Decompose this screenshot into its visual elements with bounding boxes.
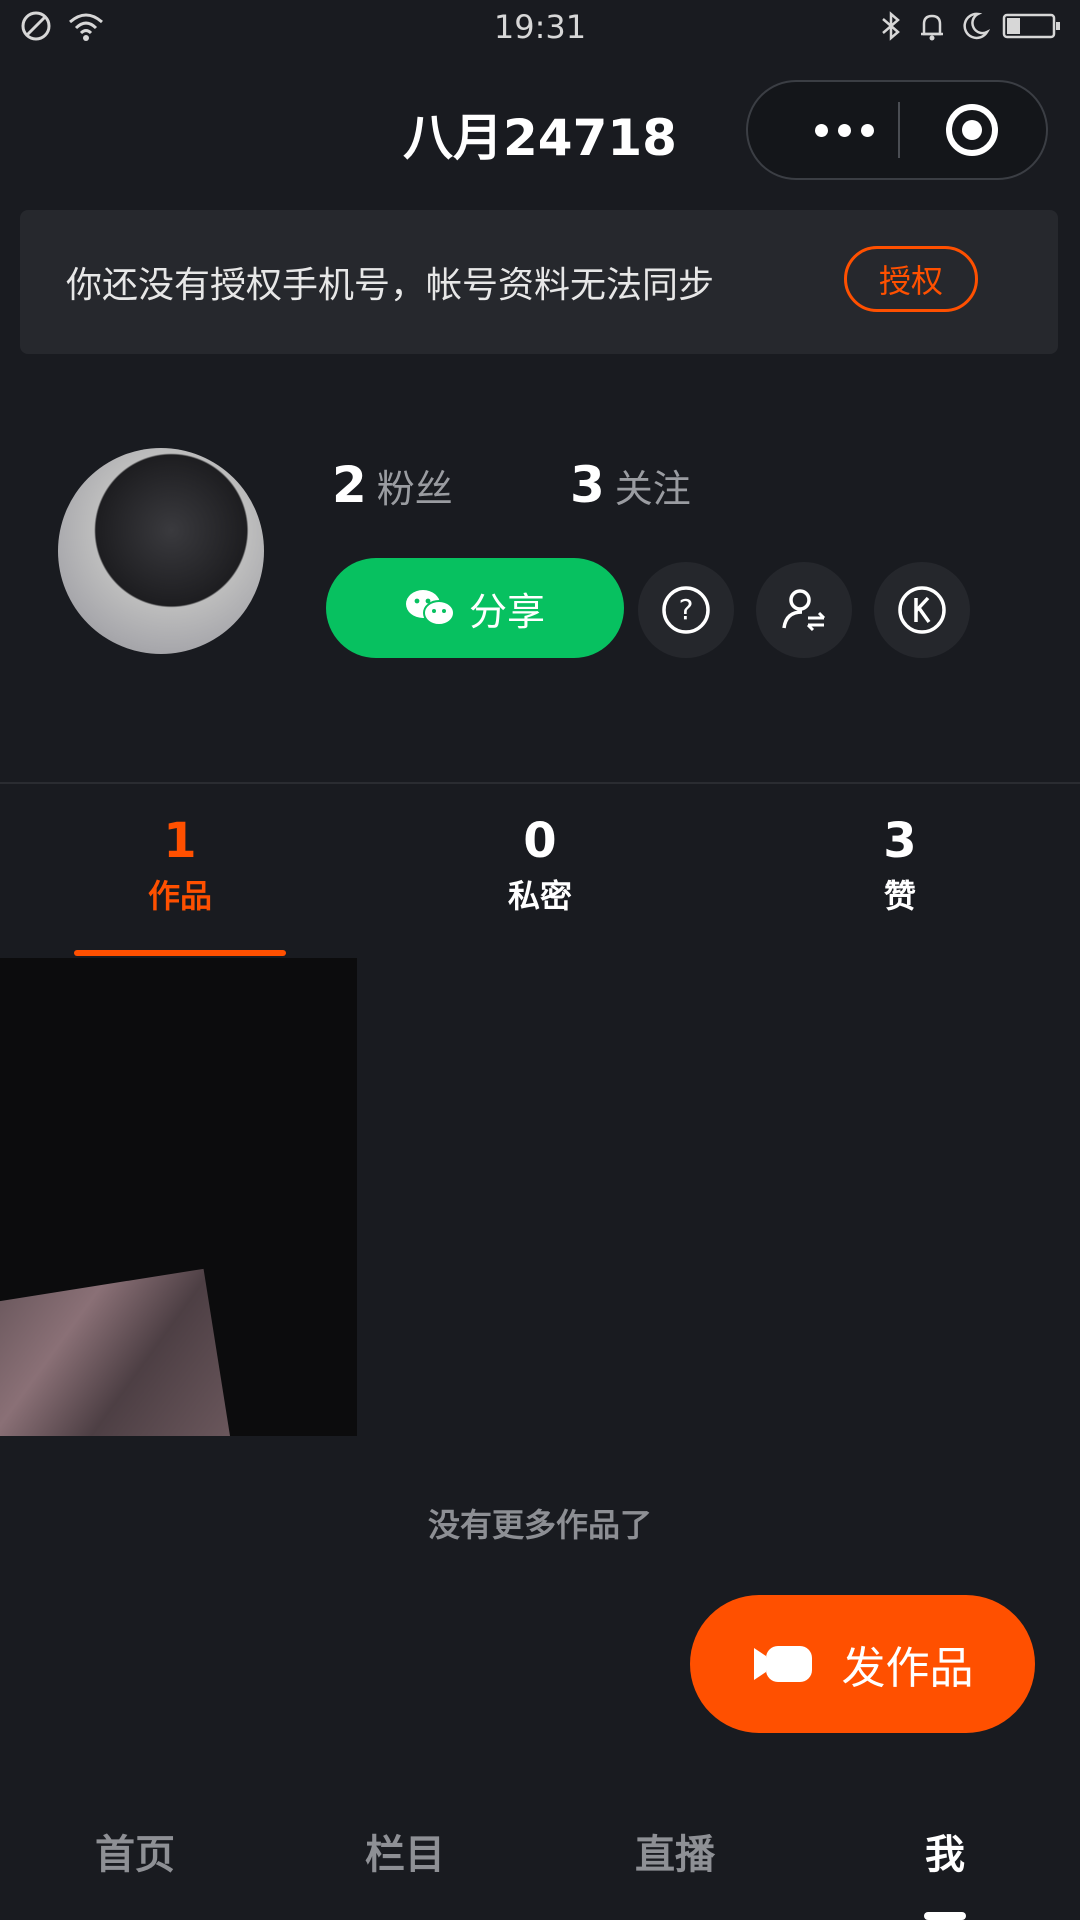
tab-private-label: 私密 (507, 877, 572, 915)
auth-banner-text: 你还没有授权手机号，帐号资料无法同步 (66, 265, 715, 306)
nav-home[interactable]: 首页 (0, 1822, 270, 1880)
tab-likes[interactable]: 3 赞 (720, 810, 1080, 918)
tab-likes-count: 3 (883, 813, 917, 869)
more-dot-icon (860, 123, 874, 137)
mini-program-capsule (746, 80, 1048, 180)
more-button[interactable] (794, 82, 894, 178)
work-preview-image (0, 1268, 234, 1436)
status-bar: 19:31 (0, 0, 1080, 60)
kuaishou-button[interactable] (874, 562, 970, 658)
kuaishou-k-icon (898, 586, 946, 634)
followers-stat[interactable]: 2 粉丝 (332, 456, 453, 514)
no-more-works-text: 没有更多作品了 (427, 1506, 652, 1544)
close-target-icon[interactable] (944, 102, 1000, 158)
avatar[interactable] (58, 448, 264, 654)
alarm-icon (921, 14, 943, 41)
tab-works-count: 1 (163, 813, 197, 869)
battery-icon (1002, 13, 1060, 39)
active-tab-indicator (74, 950, 286, 956)
share-button[interactable]: 分享 (326, 558, 624, 658)
tab-private-count: 0 (523, 813, 557, 869)
post-work-label: 发作品 (841, 1643, 974, 1694)
tab-private[interactable]: 0 私密 (360, 810, 720, 918)
following-label: 关注 (614, 467, 691, 511)
more-dot-icon (814, 123, 828, 137)
nav-live[interactable]: 直播 (540, 1822, 810, 1880)
tab-works[interactable]: 1 作品 (0, 810, 360, 918)
share-label: 分享 (468, 589, 545, 634)
nav-me[interactable]: 我 (810, 1822, 1080, 1880)
more-dot-icon (837, 123, 851, 137)
video-camera-icon (753, 1646, 812, 1682)
tab-likes-label: 赞 (883, 877, 916, 915)
tab-works-label: 作品 (147, 877, 212, 915)
followers-label: 粉丝 (376, 467, 453, 511)
moon-icon (963, 12, 990, 40)
help-button[interactable]: ? (638, 562, 734, 658)
svg-text:?: ? (679, 593, 694, 626)
following-count: 3 (570, 456, 605, 514)
followers-count: 2 (332, 456, 367, 514)
help-icon: ? (662, 586, 710, 634)
capsule-divider (898, 102, 900, 158)
wechat-icon (405, 590, 455, 626)
bluetooth-icon (882, 11, 900, 41)
post-work-button[interactable]: 发作品 (690, 1595, 1035, 1733)
work-thumbnail[interactable] (0, 958, 357, 1436)
nav-columns[interactable]: 栏目 (270, 1822, 540, 1880)
section-divider (0, 782, 1080, 784)
switch-account-button[interactable] (756, 562, 852, 658)
authorize-button[interactable]: 授权 (844, 246, 978, 312)
user-switch-icon (782, 589, 826, 632)
following-stat[interactable]: 3 关注 (570, 456, 691, 514)
nav-active-indicator (924, 1912, 966, 1920)
auth-banner: 你还没有授权手机号，帐号资料无法同步 授权 (20, 210, 1058, 354)
